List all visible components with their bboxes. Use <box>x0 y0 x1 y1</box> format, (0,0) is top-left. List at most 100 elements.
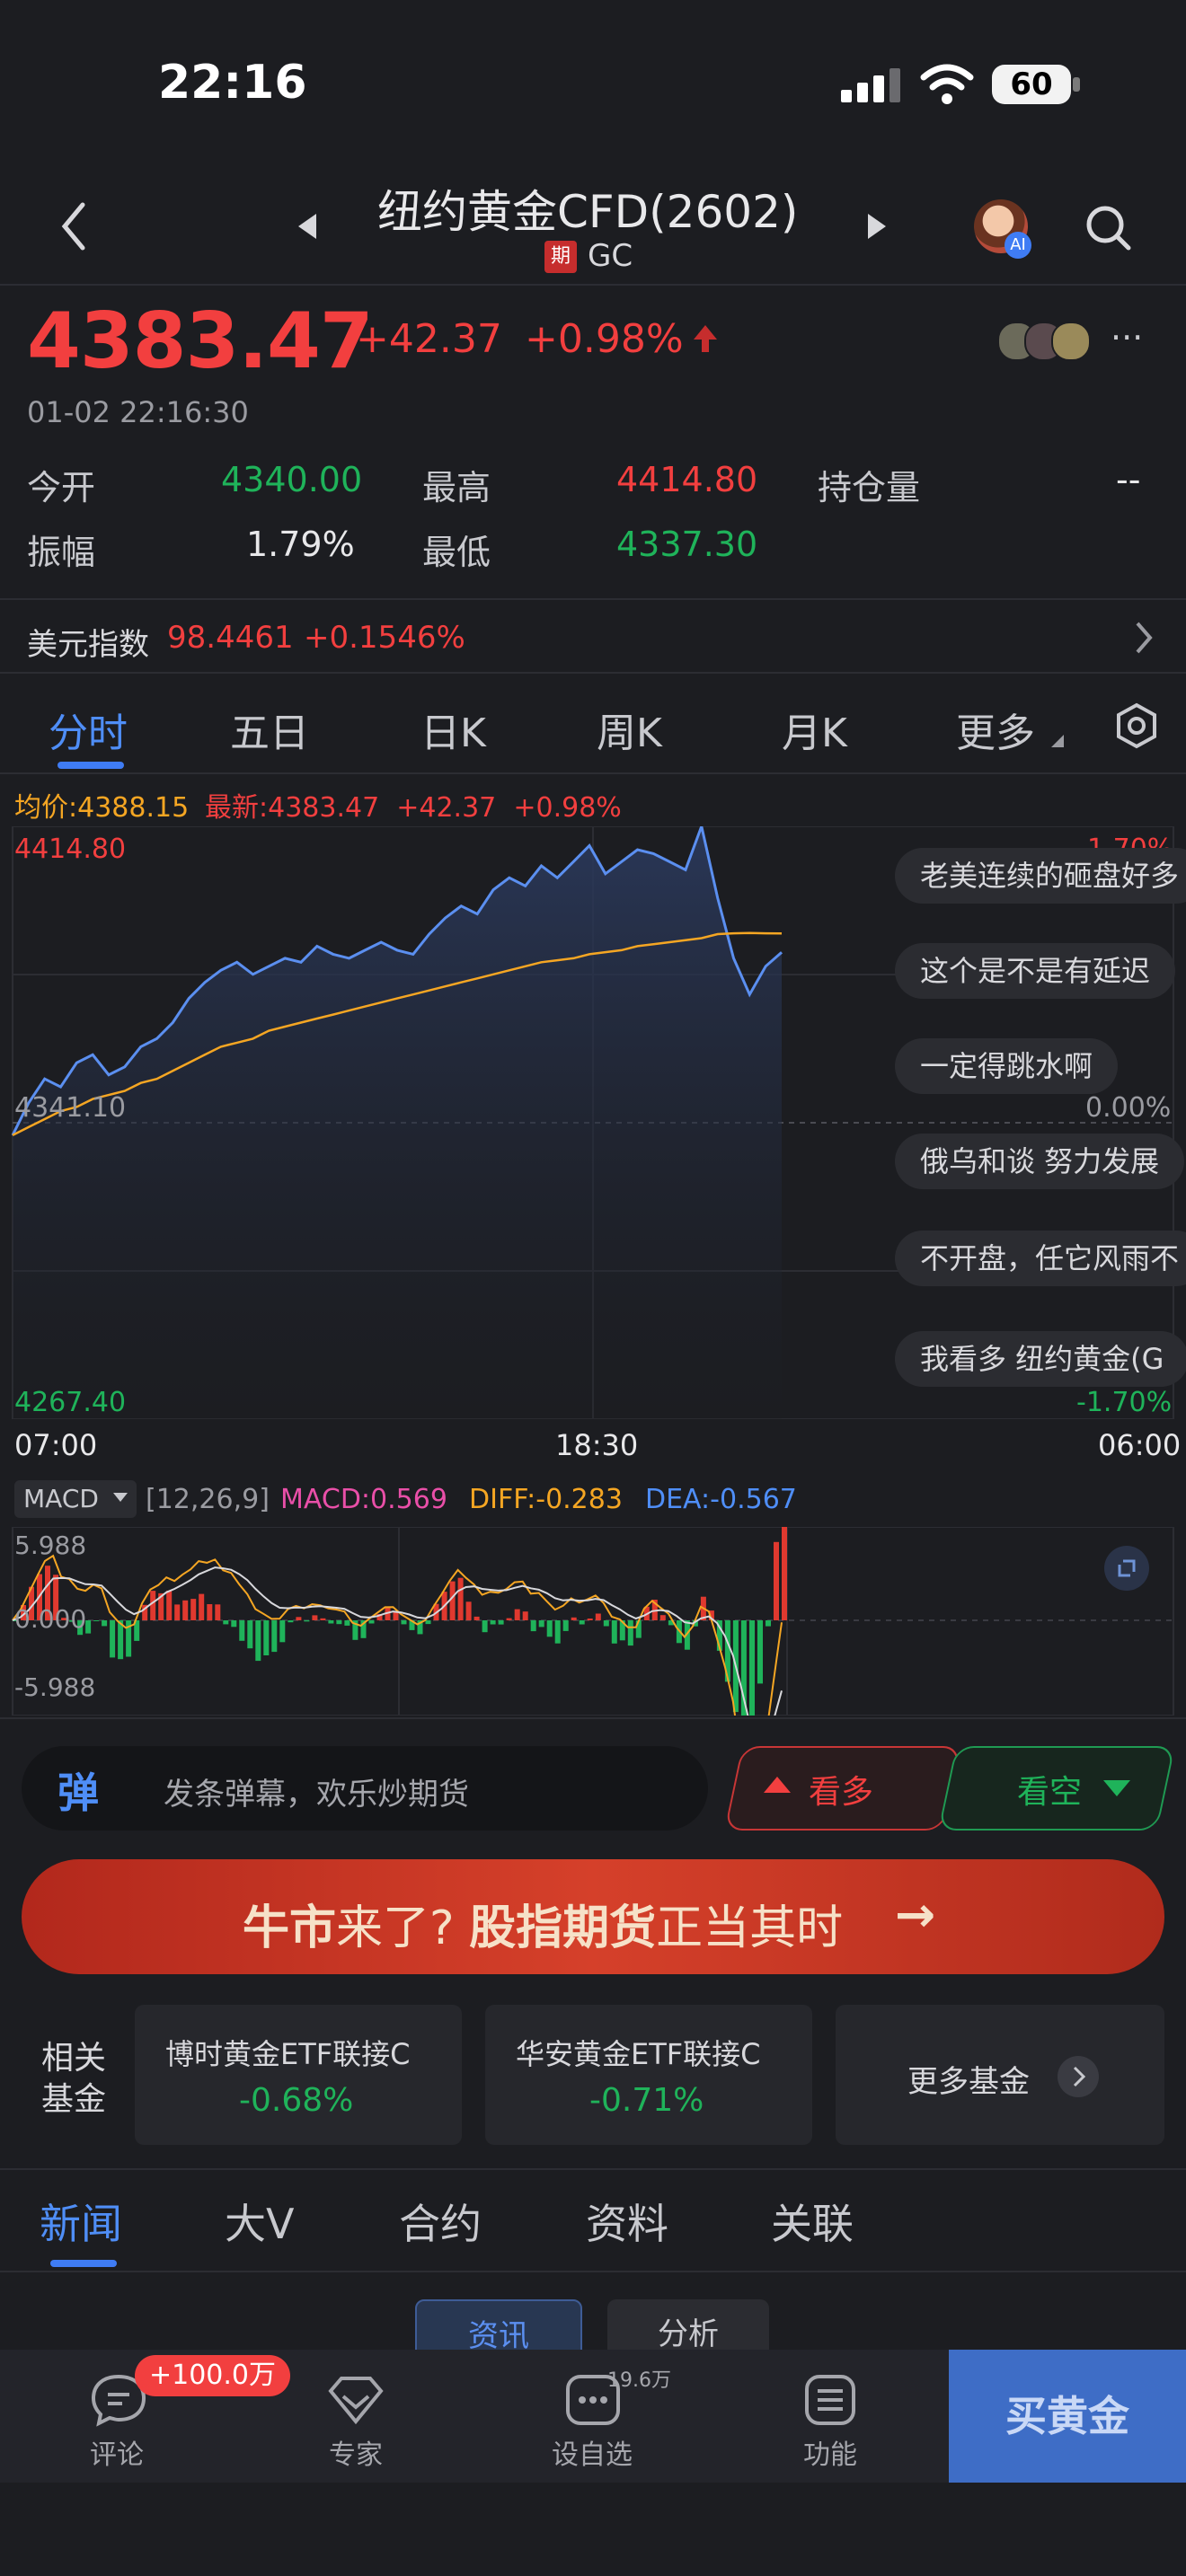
latest-value: 最新:4383.47 <box>205 792 380 824</box>
macd-bar <box>328 1620 334 1624</box>
expert-icon[interactable] <box>327 2373 385 2427</box>
y-low-label: 4267.40 <box>14 1387 127 1418</box>
macd-bar <box>271 1620 278 1653</box>
battery-indicator: 60 <box>992 65 1071 104</box>
tab-more[interactable]: 更多 <box>956 701 1035 758</box>
stat-label-amplitude: 振幅 <box>27 533 96 572</box>
macd-bar <box>312 1615 318 1620</box>
tabs-divider <box>0 772 1186 774</box>
tab-contract[interactable]: 合约 <box>399 2192 482 2251</box>
tab-big-v[interactable]: 大V <box>225 2192 294 2251</box>
macd-bar <box>304 1620 310 1622</box>
macd-bar <box>166 1590 173 1620</box>
dea-value: DEA:-0.567 <box>645 1484 797 1515</box>
comment-bubble[interactable]: 一定得跳水啊 <box>895 1038 1119 1094</box>
next-contract-icon[interactable] <box>864 212 890 241</box>
macd-bar <box>425 1620 431 1625</box>
x-tick-start: 07:00 <box>14 1428 98 1462</box>
signal-icon <box>841 68 900 102</box>
macd-bar <box>457 1577 464 1620</box>
tab-related[interactable]: 关联 <box>771 2192 854 2251</box>
macd-selector-label: MACD <box>23 1484 99 1513</box>
tab-monthly-k[interactable]: 月K <box>782 701 847 758</box>
back-icon[interactable] <box>58 201 90 251</box>
macd-bar <box>279 1620 286 1643</box>
macd-bar <box>247 1620 253 1649</box>
macd-bar <box>482 1620 488 1633</box>
x-tick-mid: 18:30 <box>555 1428 639 1462</box>
macd-bar <box>207 1604 213 1620</box>
bear-arrow-icon <box>1103 1780 1130 1796</box>
watchers-avatars[interactable] <box>997 320 1105 361</box>
fund-card[interactable] <box>485 2005 812 2145</box>
search-icon[interactable] <box>1084 203 1134 253</box>
macd-bar <box>546 1620 553 1637</box>
nav-function-label[interactable]: 功能 <box>803 2432 857 2472</box>
tab-weekly-k[interactable]: 周K <box>597 701 662 758</box>
expand-icon[interactable] <box>1103 1545 1150 1592</box>
macd-bar <box>320 1618 326 1620</box>
macd-bar <box>239 1620 245 1641</box>
macd-bar <box>474 1616 480 1620</box>
macd-bar <box>199 1593 205 1620</box>
futures-badge: 期 <box>544 241 577 273</box>
macd-bar <box>498 1620 504 1625</box>
buy-gold-button[interactable]: 买黄金 <box>949 2350 1186 2483</box>
comment-bubble[interactable]: 俄乌和谈 努力发展 <box>895 1134 1185 1189</box>
fund-name: 华安黄金ETF联接C <box>516 2037 761 2071</box>
nav-comment-label[interactable]: 评论 <box>90 2432 144 2472</box>
more-icon[interactable]: ··· <box>1111 318 1143 357</box>
prev-contract-icon[interactable] <box>295 212 320 241</box>
macd-bar <box>449 1581 456 1620</box>
tab-news[interactable]: 新闻 <box>40 2192 122 2251</box>
tab-info[interactable]: 资料 <box>586 2192 668 2251</box>
funds-label-2: 基金 <box>41 2081 107 2118</box>
fund-change: -0.71% <box>589 2082 704 2119</box>
nav-watch-label[interactable]: 设自选 <box>552 2432 633 2472</box>
comment-bubble[interactable]: 老美连续的砸盘好多 <box>895 848 1186 904</box>
tab-five-day[interactable]: 五日 <box>230 701 309 758</box>
stat-label-oi: 持仓量 <box>818 468 921 507</box>
bullish-label: 看多 <box>809 1774 874 1811</box>
comment-bubble[interactable]: 不开盘，任它风雨不 <box>895 1231 1186 1286</box>
macd-bar <box>190 1599 197 1620</box>
macd-bar <box>562 1620 569 1631</box>
up-arrow-icon <box>694 325 717 352</box>
macd-chart[interactable] <box>0 1527 1186 1716</box>
arrow-right-icon: → <box>895 1886 936 1943</box>
more-funds-label: 更多基金 <box>907 2064 1030 2100</box>
dropdown-corner-icon <box>1051 735 1064 747</box>
usd-index-label[interactable]: 美元指数 <box>27 620 149 664</box>
y-high-label: 4414.80 <box>14 834 127 865</box>
intraday-chart[interactable] <box>0 826 1186 1419</box>
latest-price-label: 最新:4383.47 +42.37 +0.98% <box>205 785 622 825</box>
macd-bar <box>368 1620 375 1624</box>
avg-price-label: 均价:4388.15 <box>14 792 190 824</box>
macd-bar <box>263 1620 270 1655</box>
nav-expert-label[interactable]: 专家 <box>329 2432 383 2472</box>
function-icon[interactable] <box>801 2373 859 2427</box>
tab-daily-k[interactable]: 日K <box>420 701 486 758</box>
macd-bar <box>255 1620 261 1662</box>
settings-icon[interactable] <box>1114 702 1159 749</box>
comment-bubble[interactable]: 这个是不是有延迟 <box>895 943 1176 999</box>
usd-index-value: 98.4461 <box>167 620 294 656</box>
funds-divider <box>0 2168 1186 2170</box>
comment-bubble[interactable]: 我看多 纽约黄金(G <box>895 1331 1186 1387</box>
macd-selector[interactable]: MACD <box>14 1480 137 1518</box>
latest-pct: +0.98% <box>513 792 622 824</box>
macd-bar <box>150 1591 156 1620</box>
macd-bar <box>757 1620 763 1684</box>
fund-card[interactable] <box>135 2005 462 2145</box>
macd-bar <box>288 1620 294 1623</box>
danmu-placeholder: 发条弹幕，欢乐炒期货 <box>164 1777 469 1813</box>
macd-bar <box>774 1541 779 1620</box>
pct-mid-label: 0.00% <box>1085 1092 1172 1124</box>
tab-intraday[interactable]: 分时 <box>49 701 128 758</box>
stat-value-amplitude: 1.79% <box>246 525 355 564</box>
macd-y-high: 5.988 <box>14 1531 87 1560</box>
chevron-right-icon[interactable] <box>1134 620 1154 656</box>
page-title: 纽约黄金CFD(2602) <box>377 186 799 238</box>
macd-bar <box>611 1620 617 1644</box>
caret-down-icon <box>113 1493 128 1502</box>
